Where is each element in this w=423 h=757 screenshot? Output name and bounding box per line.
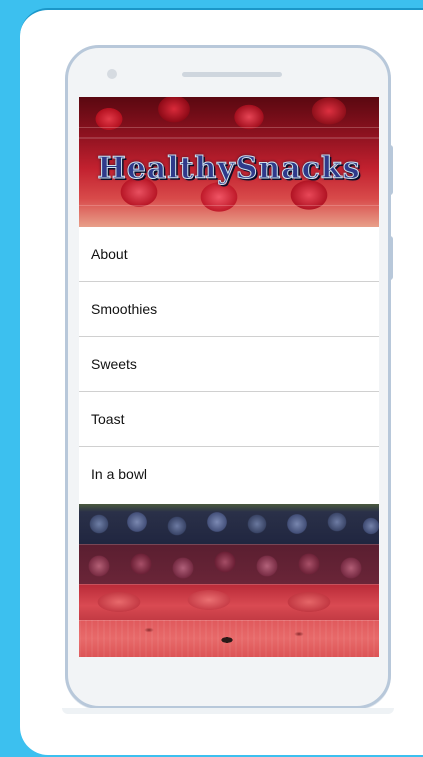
image-divider bbox=[79, 620, 379, 621]
menu-item-in-a-bowl[interactable]: In a bowl bbox=[79, 447, 379, 501]
phone-base bbox=[62, 708, 394, 714]
phone-camera-icon bbox=[107, 69, 117, 79]
menu-item-sweets[interactable]: Sweets bbox=[79, 337, 379, 392]
menu-item-toast[interactable]: Toast bbox=[79, 392, 379, 447]
phone-screen: HealthySnacks About Smoothies Sweets Toa… bbox=[79, 97, 379, 657]
banner-divider bbox=[79, 205, 379, 206]
image-divider bbox=[79, 544, 379, 545]
dark-grapes-strip bbox=[79, 504, 379, 544]
red-grapes-strip bbox=[79, 544, 379, 584]
footer-fruit-image bbox=[79, 504, 379, 657]
menu-item-about[interactable]: About bbox=[79, 227, 379, 282]
phone-power-button bbox=[388, 145, 393, 195]
phone-speaker bbox=[182, 72, 282, 77]
watermelon-strip bbox=[79, 584, 379, 620]
nav-menu: About Smoothies Sweets Toast In a bowl bbox=[79, 227, 379, 501]
brand-title: HealthySnacks bbox=[97, 151, 361, 187]
phone-volume-button bbox=[388, 236, 393, 280]
watermelon-slice-strip bbox=[79, 620, 379, 657]
header-banner-image: HealthySnacks bbox=[79, 97, 379, 227]
menu-item-smoothies[interactable]: Smoothies bbox=[79, 282, 379, 337]
image-divider bbox=[79, 584, 379, 585]
banner-divider bbox=[79, 127, 379, 128]
